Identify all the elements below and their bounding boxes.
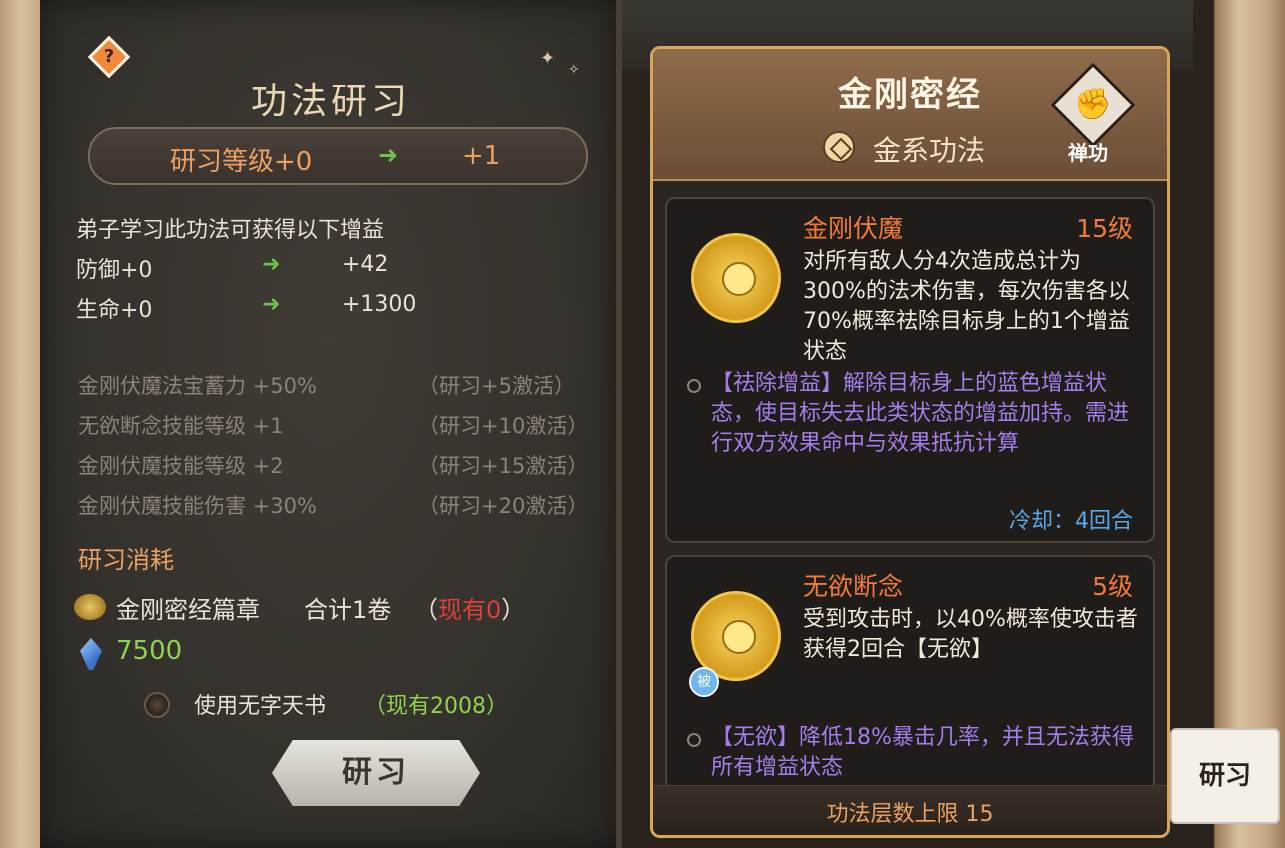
panel-footer: 功法层数上限 15 (653, 785, 1167, 835)
cost-title: 研习消耗 (78, 546, 174, 574)
stat-name: 生命+0 (76, 298, 153, 323)
gain-intro-text: 弟子学习此功法可获得以下增益 (76, 218, 385, 243)
skill-card: 金刚伏魔 15级 对所有敌人分4次造成总计为300%的法术伤害，每次伤害各以70… (665, 197, 1155, 543)
skill-icon-figure (722, 620, 756, 654)
stat-value: +42 (342, 252, 389, 277)
skill-note: 【祛除增益】解除目标身上的蓝色增益状态，使目标失去此类状态的增益加持。需进行双方… (711, 371, 1130, 456)
bonus-row: 金刚伏魔技能等级 +2 （研习+15激活） (78, 450, 598, 482)
crystal-cost-value: 7500 (116, 636, 183, 666)
arrow-right-icon: ➜ (262, 252, 281, 277)
technique-element: 金系功法 (873, 134, 986, 167)
stat-row-defense: 防御+0 ➜ +42 (76, 252, 496, 284)
note-bullet-icon (687, 379, 701, 393)
skill-description: 对所有敌人分4次造成总计为300%的法术伤害，每次伤害各以70%概率祛除目标身上… (803, 249, 1130, 364)
blank-book-owned: （现有2008） (364, 694, 508, 719)
paren-close: ） (501, 596, 526, 624)
study-level-banner: 研习等级+0 ➜ +1 (88, 127, 588, 185)
skill-description: 受到攻击时，以40%概率使攻击者获得2回合【无欲】 (803, 607, 1138, 662)
cost-item-owned-count: 现有0 (438, 596, 502, 624)
bonus-row: 金刚伏魔技能伤害 +30% （研习+20激活） (78, 490, 598, 522)
right-scroll-edge (1193, 0, 1285, 848)
bonus-text: 金刚伏魔法宝蓄力 +50% (78, 374, 317, 398)
cost-item-owned: （现有0） (414, 590, 525, 625)
skill-note: 【无欲】降低18%暴击几率，并且无法获得所有增益状态 (711, 725, 1134, 780)
help-icon-glyph: ? (103, 46, 115, 67)
layer-limit-text: 功法层数上限 15 (826, 802, 994, 827)
skill-level: 5级 (1092, 572, 1133, 601)
bonus-condition: （研习+20激活） (418, 494, 589, 518)
stat-row-health: 生命+0 ➜ +1300 (76, 292, 496, 324)
study-book-page: ? ✦ ✧ 功法研习 研习等级+0 ➜ +1 弟子学习此功法可获得以下增益 防御… (40, 0, 622, 848)
paren-open: （ (414, 596, 438, 624)
scripture-scroll-icon (74, 594, 106, 620)
cost-item-name: 金刚密经篇章 (116, 596, 260, 624)
skill-name: 无欲断念 (803, 572, 904, 601)
blue-crystal-icon (80, 638, 102, 670)
study-button[interactable]: 研习 (272, 740, 480, 806)
stat-name: 防御+0 (76, 258, 153, 283)
level-current: 研习等级+0 (170, 147, 313, 177)
bonus-condition: （研习+5激活） (418, 374, 575, 398)
level-next: +1 (462, 141, 501, 171)
bonus-row: 金刚伏魔法宝蓄力 +50% （研习+5激活） (78, 370, 598, 402)
panel-header: 金刚密经 金系功法 ✊ 禅功 (653, 49, 1167, 181)
skill-cooldown: 冷却：4回合 (1009, 509, 1133, 534)
skill-name: 金刚伏魔 (803, 214, 904, 243)
bonus-condition: （研习+15激活） (418, 454, 589, 478)
sparkle-icon: ✦ (540, 48, 556, 69)
stat-value: +1300 (342, 292, 417, 317)
bonus-row: 无欲断念技能等级 +1 （研习+10激活） (78, 410, 598, 442)
bonus-text: 金刚伏魔技能等级 +2 (78, 454, 284, 478)
use-blank-book-checkbox[interactable] (144, 692, 170, 718)
skill-card: 被 无欲断念 5级 受到攻击时，以40%概率使攻击者获得2回合【无欲】 【无欲】… (665, 555, 1155, 791)
page-title: 功法研习 (250, 81, 411, 122)
arrow-right-icon: ➜ (262, 292, 281, 317)
use-blank-book-label: 使用无字天书 (194, 694, 327, 719)
arrow-right-icon: ➜ (378, 141, 399, 169)
technique-type: 禅功 (1068, 141, 1108, 165)
side-study-button[interactable]: 研习 (1170, 728, 1280, 824)
technique-detail-panel: 金刚密经 金系功法 ✊ 禅功 金刚伏魔 15级 对所有敌人分4次造成总计为300… (650, 46, 1170, 838)
bonus-text: 金刚伏魔技能伤害 +30% (78, 494, 317, 518)
skill-level: 15级 (1076, 214, 1133, 243)
vajra-skill-icon (691, 233, 781, 323)
bonus-text: 无欲断念技能等级 +1 (78, 414, 284, 438)
cost-item-total: 合计1卷 (304, 596, 392, 624)
metal-element-icon (823, 131, 855, 163)
note-bullet-icon (687, 733, 701, 747)
skill-icon-figure (722, 262, 756, 296)
fist-glyph: ✊ (1074, 87, 1112, 122)
bonus-condition: （研习+10激活） (418, 414, 589, 438)
passive-badge: 被 (689, 667, 719, 697)
